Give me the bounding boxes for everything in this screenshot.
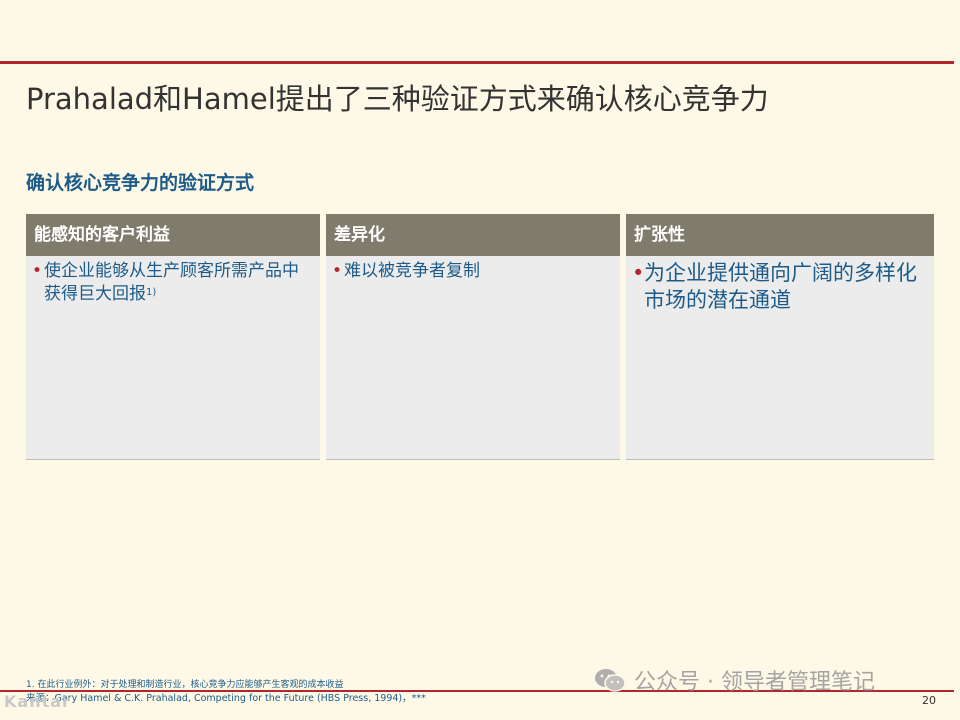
brand-logo: Kantar: [4, 692, 71, 711]
footnote: 1. 在此行业例外：对于处理和制造行业，核心竞争力应能够产生客观的成本收益: [26, 680, 344, 690]
bullet-text: 难以被竞争者复制: [344, 261, 480, 281]
top-divider: [0, 61, 954, 64]
bullet-dot: •: [632, 261, 645, 285]
bullet-item: • 难以被竞争者复制: [332, 260, 614, 283]
slide-title: Prahalad和Hamel提出了三种验证方式来确认核心竞争力: [26, 82, 769, 116]
page-number: 20: [922, 694, 936, 707]
footnote-ref: 1): [146, 287, 157, 298]
column-header: 扩张性: [626, 214, 934, 256]
column-header: 差异化: [326, 214, 620, 256]
bullet-dot: •: [32, 261, 43, 281]
bullet-item: • 为企业提供通向广阔的多样化市场的潜在通道: [632, 260, 928, 314]
column-customer-benefit: 能感知的客户利益 • 使企业能够从生产顾客所需产品中获得巨大回报1): [26, 214, 320, 460]
column-body: • 为企业提供通向广阔的多样化市场的潜在通道: [626, 256, 934, 460]
wechat-icon: [595, 669, 626, 692]
bullet-text: 使企业能够从生产顾客所需产品中获得巨大回报1): [44, 261, 299, 304]
section-subtitle: 确认核心竞争力的验证方式: [26, 172, 255, 194]
bullet-dot: •: [332, 261, 343, 281]
bullet-text: 为企业提供通向广阔的多样化市场的潜在通道: [644, 261, 917, 312]
watermark-text: 公众号 · 领导者管理笔记: [634, 670, 875, 695]
column-body: • 难以被竞争者复制: [326, 256, 620, 460]
column-header: 能感知的客户利益: [26, 214, 320, 256]
column-extensibility: 扩张性 • 为企业提供通向广阔的多样化市场的潜在通道: [626, 214, 934, 460]
column-body: • 使企业能够从生产顾客所需产品中获得巨大回报1): [26, 256, 320, 460]
column-differentiation: 差异化 • 难以被竞争者复制: [326, 214, 620, 460]
watermark: 公众号 · 领导者管理笔记: [594, 664, 875, 696]
source-citation: 来源：Gary Hamel & C.K. Prahalad, Competing…: [26, 693, 426, 704]
bullet-item: • 使企业能够从生产顾客所需产品中获得巨大回报1): [32, 260, 314, 306]
